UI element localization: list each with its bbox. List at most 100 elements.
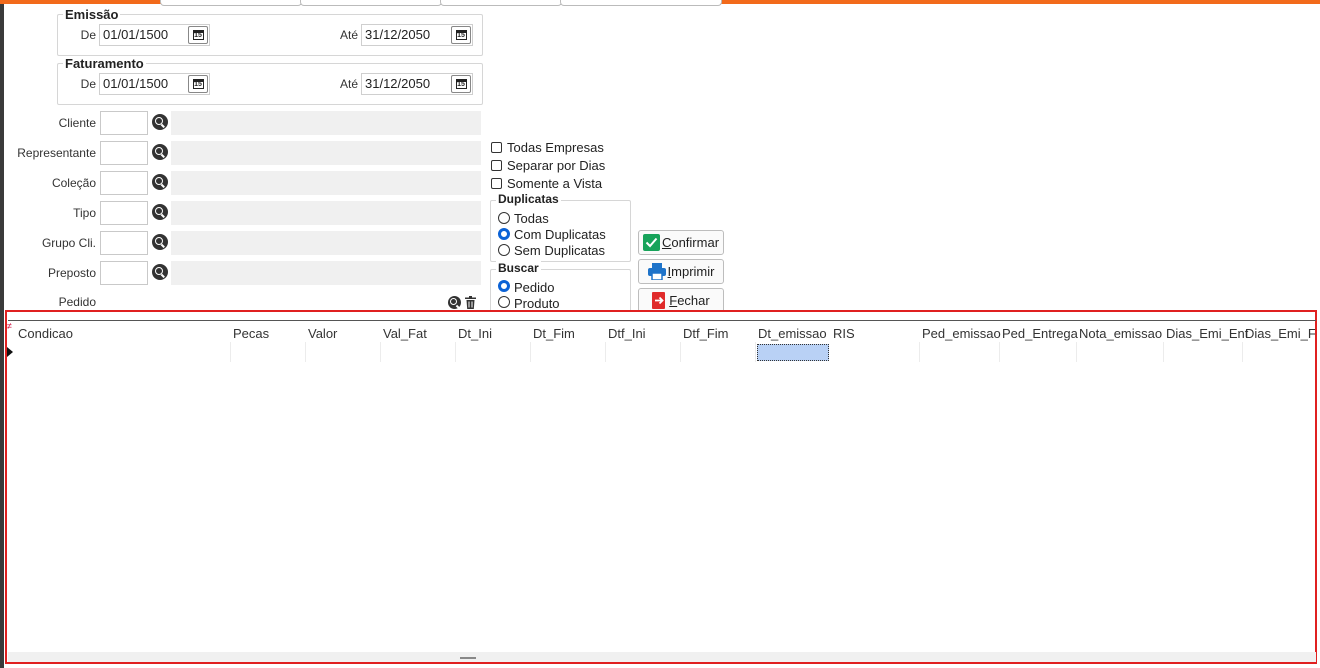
pedido-label: Pedido (58, 295, 96, 309)
tipo-description-field (171, 201, 481, 225)
tab-stub[interactable] (440, 0, 562, 6)
search-icon[interactable] (448, 296, 461, 309)
representante-label: Representante (17, 146, 96, 160)
tipo-label: Tipo (73, 206, 96, 220)
buscar-pedido-label: Pedido (514, 280, 555, 295)
preposto-label: Preposto (47, 266, 96, 280)
emissao-de-calendar-button[interactable]: 15 (188, 26, 208, 44)
faturamento-de-value: 01/01/1500 (103, 76, 169, 91)
trash-icon[interactable] (464, 296, 477, 309)
column-divider (530, 342, 531, 362)
row-indicator-icon (7, 347, 13, 357)
column-header[interactable]: Dt_Fim (533, 326, 575, 341)
column-header[interactable]: Dias_Emi_Ent (1166, 326, 1248, 341)
colecao-code-input[interactable] (100, 171, 148, 195)
confirmar-button[interactable]: Confirmar (638, 230, 724, 255)
column-header[interactable]: Dtf_Ini (608, 326, 646, 341)
column-header[interactable]: Dias_Emi_Fat (1245, 326, 1315, 341)
buscar-title: Buscar (496, 261, 541, 275)
duplicatas-com-radio[interactable] (498, 228, 510, 240)
emissao-de-label: De (80, 28, 96, 42)
duplicatas-sem-label: Sem Duplicatas (514, 243, 606, 258)
imprimir-button[interactable]: Imprimir (638, 259, 724, 284)
duplicatas-com-label: Com Duplicatas (514, 227, 606, 242)
column-header[interactable]: Pecas (233, 326, 269, 341)
exit-icon (652, 292, 666, 309)
preposto-code-input[interactable] (100, 261, 148, 285)
confirmar-label: Confirmar (661, 235, 720, 250)
separar-dias-checkbox[interactable] (491, 160, 502, 171)
search-icon[interactable] (152, 264, 168, 280)
emissao-ate-value: 31/12/2050 (365, 27, 431, 42)
grid-bottom-bar[interactable] (8, 652, 1316, 662)
check-icon (642, 234, 660, 251)
tab-stub[interactable] (560, 0, 722, 6)
duplicatas-title: Duplicatas (496, 192, 561, 206)
grupo-cli-description-field (171, 231, 481, 255)
faturamento-de-calendar-button[interactable]: 15 (188, 75, 208, 93)
cliente-description-field (171, 111, 481, 135)
grid-corner-mark: ≠ (7, 321, 12, 331)
column-divider (1242, 342, 1243, 362)
column-header[interactable]: Dt_Ini (458, 326, 492, 341)
somente-vista-checkbox[interactable] (491, 178, 502, 189)
emissao-title: Emissão (63, 7, 121, 22)
faturamento-de-label: De (80, 77, 96, 91)
search-icon[interactable] (152, 234, 168, 250)
search-icon[interactable] (152, 204, 168, 220)
cliente-label: Cliente (58, 116, 96, 130)
search-icon[interactable] (152, 114, 168, 130)
column-header[interactable]: Val_Fat (383, 326, 427, 341)
tab-stub[interactable] (160, 0, 302, 6)
column-header[interactable]: Ped_emissao (922, 326, 1001, 341)
column-header[interactable]: Nota_emissao (1079, 326, 1162, 341)
calendar-icon: 15 (455, 79, 467, 89)
grupo-cli-label: Grupo Cli. (41, 236, 96, 250)
representante-code-input[interactable] (100, 141, 148, 165)
duplicatas-todas-label: Todas (514, 211, 549, 226)
column-header[interactable]: RIS (833, 326, 855, 341)
search-icon[interactable] (152, 174, 168, 190)
tipo-code-input[interactable] (100, 201, 148, 225)
column-divider (455, 342, 456, 362)
column-divider (680, 342, 681, 362)
column-header[interactable]: Valor (308, 326, 337, 341)
column-header[interactable]: Condicao (18, 326, 73, 341)
column-header[interactable]: Ped_Entrega (1002, 326, 1078, 341)
imprimir-label: Imprimir (667, 264, 715, 279)
calendar-icon: 15 (455, 30, 467, 40)
resize-grip-icon[interactable] (460, 657, 476, 659)
column-header[interactable]: Dt_emissao (758, 326, 827, 341)
column-divider (230, 342, 231, 362)
buscar-pedido-radio[interactable] (498, 280, 510, 292)
buscar-produto-radio[interactable] (498, 296, 510, 308)
printer-icon (647, 263, 666, 280)
colecao-label: Coleção (51, 176, 96, 190)
column-divider (305, 342, 306, 362)
cliente-code-input[interactable] (100, 111, 148, 135)
grupo-cli-code-input[interactable] (100, 231, 148, 255)
emissao-ate-calendar-button[interactable]: 15 (451, 26, 471, 44)
duplicatas-sem-radio[interactable] (498, 244, 510, 256)
column-divider (1163, 342, 1164, 362)
emissao-ate-label: Até (339, 28, 358, 42)
column-divider (755, 342, 756, 362)
preposto-description-field (171, 261, 481, 285)
calendar-icon: 15 (192, 30, 204, 40)
search-icon[interactable] (152, 144, 168, 160)
faturamento-title: Faturamento (63, 56, 146, 71)
faturamento-ate-value: 31/12/2050 (365, 76, 431, 91)
faturamento-ate-calendar-button[interactable]: 15 (451, 75, 471, 93)
todas-empresas-checkbox[interactable] (491, 142, 502, 153)
emissao-de-value: 01/01/1500 (103, 27, 169, 42)
tab-stub[interactable] (300, 0, 442, 6)
results-grid[interactable] (5, 310, 1317, 664)
buscar-group (490, 269, 631, 315)
duplicatas-todas-radio[interactable] (498, 212, 510, 224)
buscar-produto-label: Produto (514, 296, 560, 311)
todas-empresas-label: Todas Empresas (507, 140, 604, 155)
column-header[interactable]: Dtf_Fim (683, 326, 729, 341)
selected-cell[interactable] (757, 344, 829, 361)
faturamento-ate-label: Até (339, 77, 358, 91)
representante-description-field (171, 141, 481, 165)
